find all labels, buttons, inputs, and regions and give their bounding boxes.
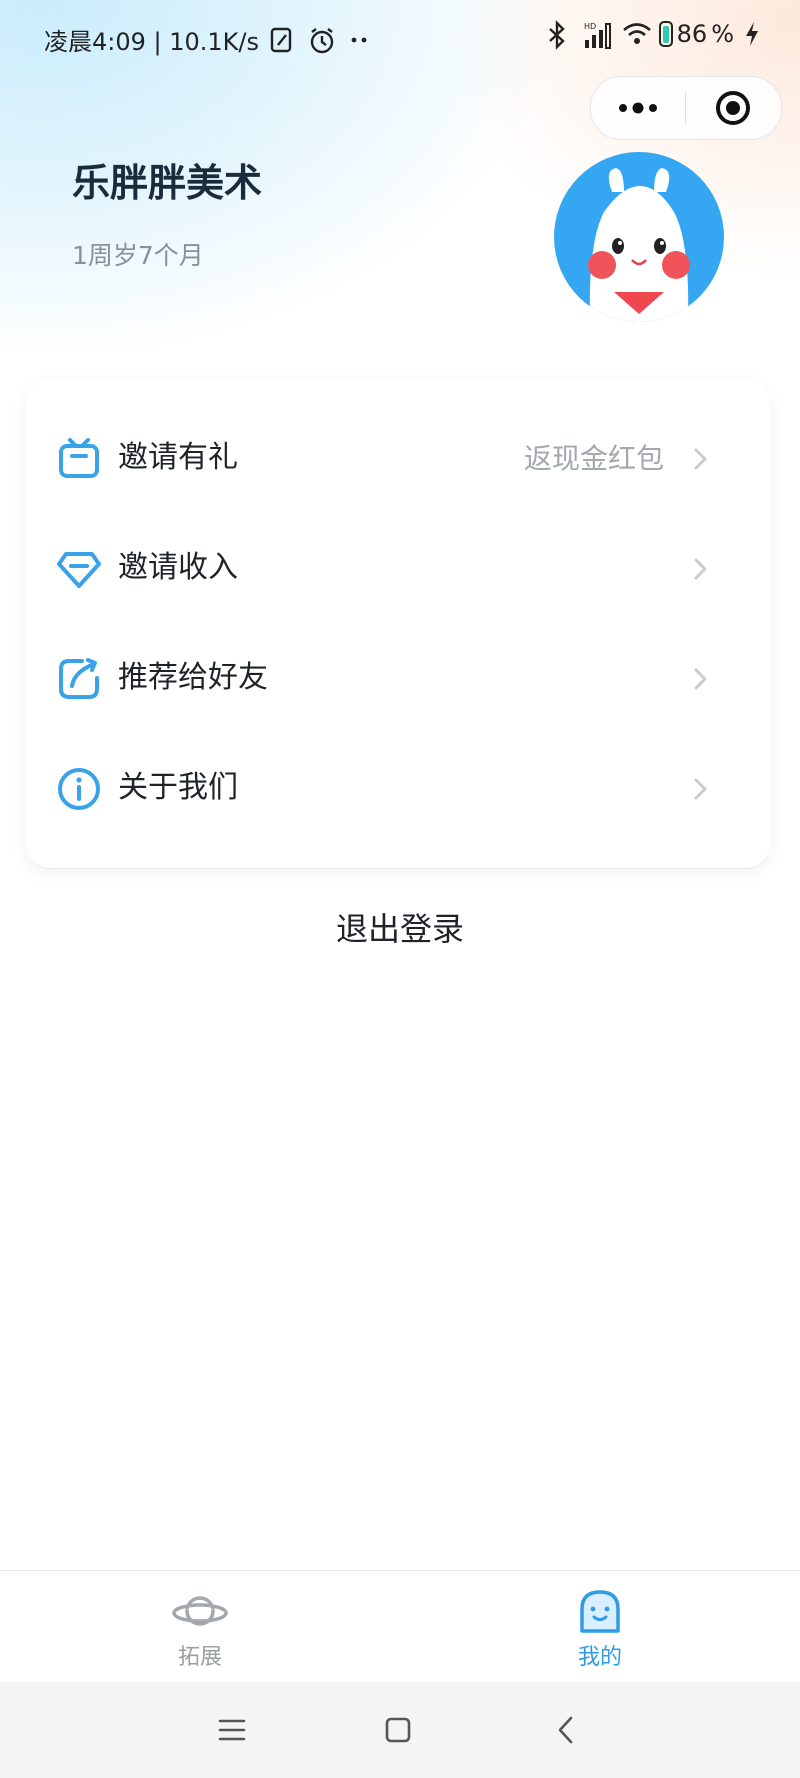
planet-icon <box>172 1589 228 1633</box>
menu-item-invite-income[interactable]: 邀请收入 <box>26 514 770 624</box>
chevron-right-icon <box>690 666 710 692</box>
menu-label: 推荐给好友 <box>118 660 268 695</box>
svg-text:HD: HD <box>584 22 596 31</box>
menu-item-invite-gift[interactable]: 邀请有礼 返现金红包 <box>26 404 770 514</box>
close-target-icon <box>716 91 750 125</box>
close-button[interactable] <box>686 77 780 139</box>
system-nav-bar <box>0 1682 800 1778</box>
more-button[interactable] <box>591 77 685 139</box>
battery-suffix: % <box>711 20 734 48</box>
menu-item-recommend-friends[interactable]: 推荐给好友 <box>26 624 770 734</box>
status-left: 凌晨4:09 | 10.1K/s <box>44 22 373 57</box>
logout-button[interactable]: 退出登录 <box>0 904 800 950</box>
miniprogram-capsule <box>590 76 782 140</box>
edit-icon <box>269 26 297 54</box>
bluetooth-icon <box>545 20 573 50</box>
tab-expand[interactable]: 拓展 <box>100 1571 300 1683</box>
status-bar: 凌晨4:09 | 10.1K/s HD 86 % <box>0 0 800 78</box>
status-right: HD 86 % <box>545 20 760 50</box>
signal-hd-icon: HD <box>583 20 611 49</box>
chevron-right-icon <box>690 776 710 802</box>
menu-label: 关于我们 <box>118 770 238 805</box>
menu-extra: 返现金红包 <box>523 442 664 475</box>
charging-icon <box>744 20 760 48</box>
menu-label: 邀请收入 <box>118 550 238 585</box>
menu-card: 邀请有礼 返现金红包 邀请收入 推荐给好友 关于我们 <box>26 380 770 869</box>
status-time: 凌晨4:09 | 10.1K/s <box>44 28 260 56</box>
alarm-icon <box>307 26 335 54</box>
chevron-right-icon <box>690 556 710 582</box>
info-icon <box>56 766 102 812</box>
tab-bar: 拓展 我的 <box>0 1570 800 1683</box>
menu-item-about-us[interactable]: 关于我们 <box>26 734 770 844</box>
home-icon[interactable] <box>376 1708 420 1752</box>
tab-label: 我的 <box>577 1645 622 1670</box>
wifi-icon <box>621 20 651 48</box>
more-dots-icon <box>345 26 373 54</box>
share-icon <box>56 656 102 702</box>
ghost-icon <box>572 1589 628 1633</box>
menu-icon[interactable] <box>210 1708 254 1752</box>
profile-name: 乐胖胖美术 <box>72 161 263 205</box>
avatar[interactable] <box>554 152 724 322</box>
menu-label: 邀请有礼 <box>118 440 238 475</box>
diamond-icon <box>56 546 102 592</box>
profile-age: 1周岁7个月 <box>72 241 204 270</box>
tab-label: 拓展 <box>177 1645 222 1670</box>
battery-level: 86 <box>676 20 708 48</box>
more-icon <box>619 102 657 114</box>
back-icon[interactable] <box>544 1708 588 1752</box>
gift-icon <box>56 436 102 482</box>
tab-mine[interactable]: 我的 <box>500 1571 700 1683</box>
battery-icon: 86 % <box>658 20 734 48</box>
chevron-right-icon <box>690 446 710 472</box>
